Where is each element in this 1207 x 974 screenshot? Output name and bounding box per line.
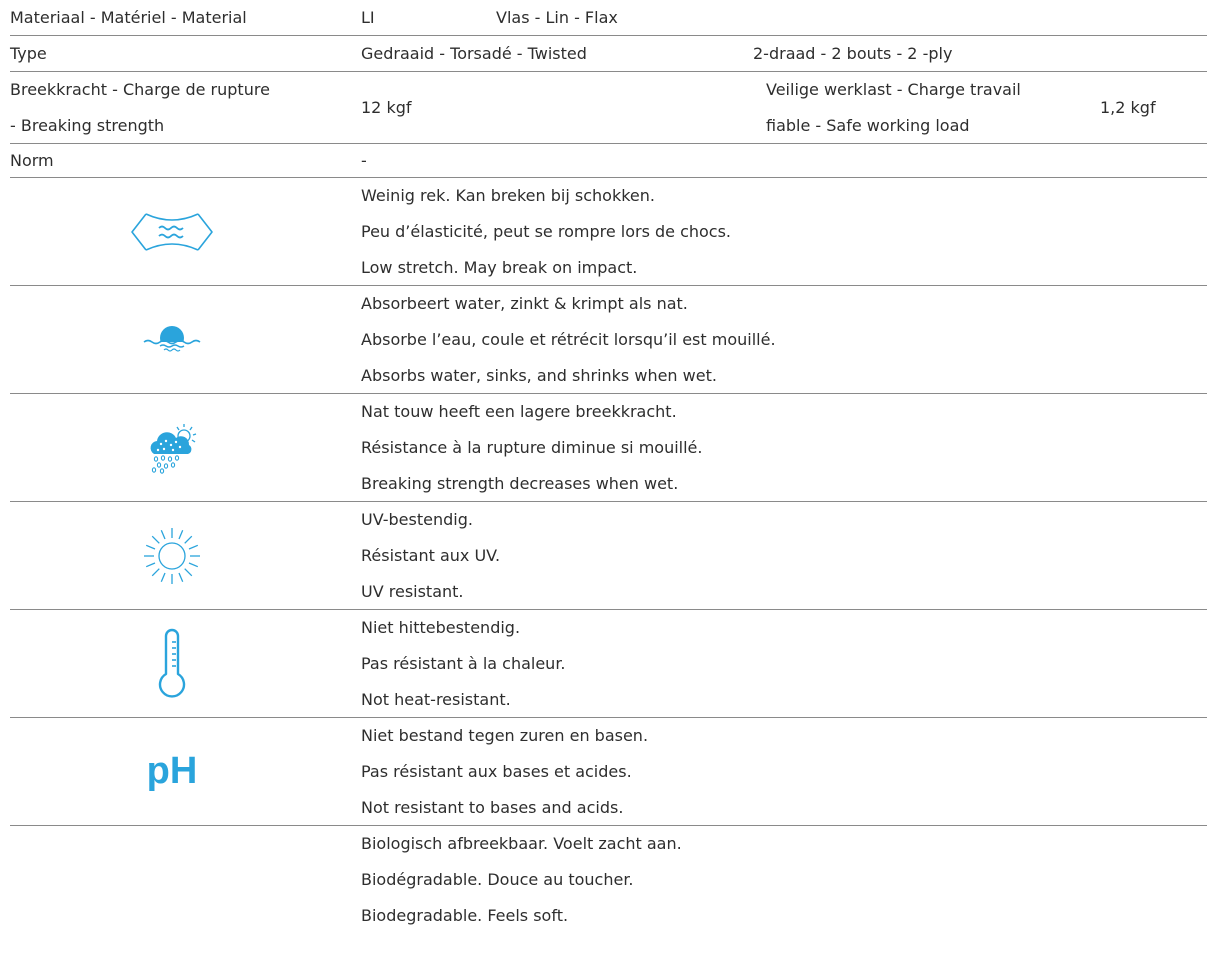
rain-cloud-icon — [125, 416, 219, 480]
feature-text-en: Absorbs water, sinks, and shrinks when w… — [361, 366, 717, 385]
feature-text-en: Biodegradable. Feels soft. — [361, 906, 569, 925]
type-construction: 2-draad - 2 bouts - 2 -ply — [753, 44, 953, 63]
feature-text-fr: Pas résistant à la chaleur. — [361, 654, 566, 673]
norm-row: Norm - — [10, 144, 1207, 178]
feature-text-fr: Résistant aux UV. — [361, 546, 501, 565]
feature-text-nl: Nat touw heeft een lagere breekkracht. — [361, 402, 677, 421]
ph-icon: pH — [125, 740, 219, 804]
feature-text-nl: Absorbeert water, zinkt & krimpt als nat… — [361, 294, 688, 313]
feature-text-en: UV resistant. — [361, 582, 464, 601]
feature-text-nl: UV-bestendig. — [361, 510, 473, 529]
material-code: LI — [361, 8, 375, 27]
feature-row-biodegradable: Biologisch afbreekbaar. Voelt zacht aan.… — [10, 826, 1207, 934]
feature-text-nl: Niet hittebestendig. — [361, 618, 521, 637]
type-value: Gedraaid - Torsadé - Twisted — [361, 44, 587, 63]
feature-text-nl: Biologisch afbreekbaar. Voelt zacht aan. — [361, 834, 682, 853]
feature-text-fr: Résistance à la rupture diminue si mouil… — [361, 438, 703, 457]
swl-label-line1: Veilige werklast - Charge travail — [766, 80, 1021, 99]
material-value: Vlas - Lin - Flax — [496, 8, 618, 27]
feature-text-fr: Biodégradable. Douce au toucher. — [361, 870, 634, 889]
feature-text-fr: Pas résistant aux bases et acides. — [361, 762, 632, 781]
ph-icon-text: pH — [146, 750, 198, 792]
product-spec-sheet: Materiaal - Matériel - Material LI Vlas … — [10, 0, 1207, 934]
strength-label-line1: Breekkracht - Charge de rupture — [10, 80, 270, 99]
strength-row: Breekkracht - Charge de rupture - Breaki… — [10, 72, 1207, 144]
material-row: Materiaal - Matériel - Material LI Vlas … — [10, 0, 1207, 36]
feature-row-heat: Niet hittebestendig. Pas résistant à la … — [10, 610, 1207, 718]
water-absorb-icon — [125, 308, 219, 372]
material-label: Materiaal - Matériel - Material — [10, 8, 247, 27]
feature-text-fr: Peu d’élasticité, peut se rompre lors de… — [361, 222, 732, 241]
feature-text-nl: Niet bestand tegen zuren en basen. — [361, 726, 649, 745]
type-row: Type Gedraaid - Torsadé - Twisted 2-draa… — [10, 36, 1207, 72]
feature-text-en: Low stretch. May break on impact. — [361, 258, 638, 277]
feature-row-stretch: Weinig rek. Kan breken bij schokken. Peu… — [10, 178, 1207, 286]
feature-row-rain: Nat touw heeft een lagere breekkracht. R… — [10, 394, 1207, 502]
feature-text-en: Not heat-resistant. — [361, 690, 511, 709]
thermometer-icon — [125, 628, 219, 698]
feature-row-ph: pH Niet bestand tegen zuren en basen. Pa… — [10, 718, 1207, 826]
norm-value: - — [361, 151, 367, 170]
feature-row-water: Absorbeert water, zinkt & krimpt als nat… — [10, 286, 1207, 394]
sun-icon — [125, 524, 219, 588]
type-label: Type — [10, 44, 47, 63]
swl-value: 1,2 kgf — [1100, 98, 1156, 117]
feature-row-uv: UV-bestendig. Résistant aux UV. UV resis… — [10, 502, 1207, 610]
norm-label: Norm — [10, 151, 54, 170]
feature-text-en: Breaking strength decreases when wet. — [361, 474, 679, 493]
strength-label-line2: - Breaking strength — [10, 116, 165, 135]
stretch-icon — [125, 200, 219, 264]
feature-text-en: Not resistant to bases and acids. — [361, 798, 624, 817]
strength-value: 12 kgf — [361, 98, 412, 117]
feature-text-fr: Absorbe l’eau, coule et rétrécit lorsqu’… — [361, 330, 776, 349]
feature-text-nl: Weinig rek. Kan breken bij schokken. — [361, 186, 655, 205]
swl-label-line2: fiable - Safe working load — [766, 116, 970, 135]
